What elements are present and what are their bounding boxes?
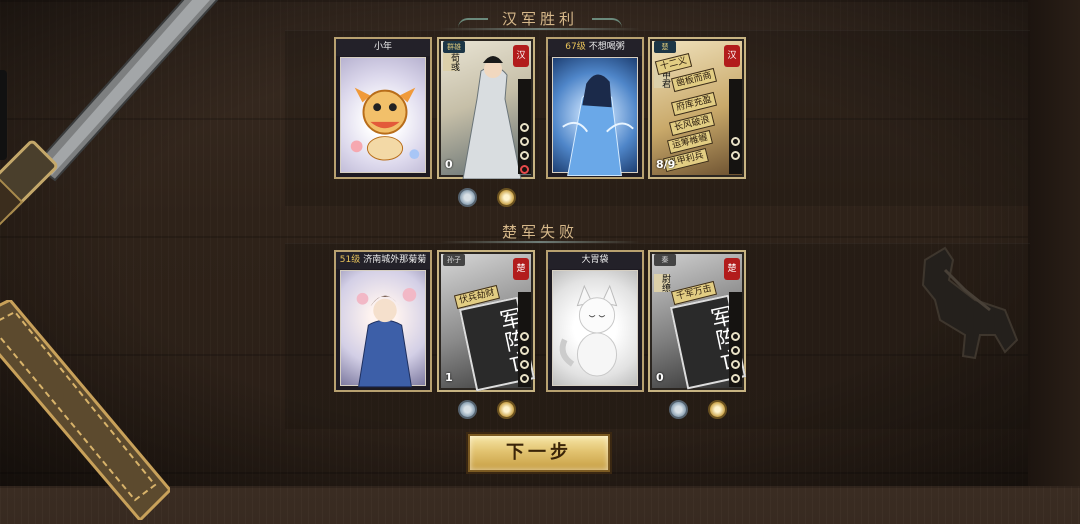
energy-dot — [731, 346, 740, 355]
card-count: 1 — [445, 371, 453, 384]
player-card-loser-1[interactable]: 51级 济南城外那菊菊 — [334, 250, 432, 392]
player-card-winner-2[interactable]: 67级 不想喝粥 — [546, 37, 644, 179]
victory-title: 汉军胜利 — [501, 10, 578, 28]
player-name: 小年 — [373, 42, 392, 52]
faction-seal: 汉 — [513, 45, 529, 67]
general-card-winner-2[interactable]: 楚 春申君 汉 十二义 凿板而商 府库充盈 长风破浪 运筹帷幄 坚甲利兵 8/9 — [648, 37, 746, 179]
lion-dance-pet-art — [340, 57, 426, 173]
blue-badge-icon[interactable] — [669, 400, 688, 419]
energy-dot — [520, 123, 529, 132]
player-name: 济南城外那菊菊 — [363, 255, 427, 265]
energy-dot — [520, 374, 529, 383]
player-name-bar: 51级 济南城外那菊菊 — [336, 252, 430, 269]
faction-seal: 楚 — [513, 258, 529, 280]
faction-seal: 汉 — [724, 45, 740, 67]
blue-robed-lady-art — [552, 57, 638, 177]
player-name-bar: 小年 — [336, 39, 430, 56]
energy-dot — [731, 332, 740, 341]
energy-dot-red — [520, 165, 529, 174]
gold-badge-icon[interactable] — [497, 188, 516, 207]
player-name-bar: 67级 不想喝粥 — [548, 39, 642, 56]
general-faction-label: 群雄 — [443, 41, 465, 53]
card-side-strip — [729, 79, 742, 174]
energy-dot — [520, 346, 529, 355]
player-name: 不想喝粥 — [588, 42, 625, 52]
blue-badge-icon[interactable] — [458, 188, 477, 207]
sword-decoration — [0, 0, 240, 290]
sheath-decoration — [0, 298, 173, 523]
defeat-title: 楚军失败 — [501, 223, 578, 241]
energy-dot — [731, 151, 740, 160]
card-count: 0 — [656, 371, 664, 384]
general-card-loser-1[interactable]: 孙子 楚 伏兵劫财 军阵亡 1 — [437, 250, 536, 392]
general-faction-label: 孙子 — [443, 254, 465, 266]
white-fox-pet-art — [552, 270, 638, 386]
energy-dot — [731, 137, 740, 146]
energy-dot — [520, 137, 529, 146]
general-faction-label: 秦 — [654, 254, 676, 266]
right-wooden-beam — [1028, 0, 1080, 486]
player-card-winner-1[interactable]: 小年 — [334, 37, 432, 179]
general-card-loser-2[interactable]: 秦 尉缭 楚 千军万击 军阵亡 0 — [648, 250, 747, 392]
energy-dot — [520, 151, 529, 160]
player-card-loser-2[interactable]: 大胃袋 — [546, 250, 644, 392]
blue-robed-girl-art — [340, 270, 426, 388]
player-name-bar: 大胃袋 — [548, 252, 642, 269]
card-count: 0 — [445, 158, 453, 171]
card-side-strip — [729, 292, 742, 387]
card-side-strip — [518, 79, 531, 174]
faction-seal: 楚 — [724, 258, 740, 280]
energy-dot — [520, 332, 529, 341]
blue-badge-icon[interactable] — [458, 400, 477, 419]
energy-dot — [731, 360, 740, 369]
energy-dot — [731, 374, 740, 383]
gold-badge-icon[interactable] — [497, 400, 516, 419]
next-step-button[interactable]: 下一步 — [468, 434, 610, 472]
card-side-strip — [518, 292, 531, 387]
card-count: 8/9 — [656, 158, 676, 171]
player-level: 67级 — [565, 42, 586, 52]
general-name-label: 尉缭 — [654, 274, 670, 292]
energy-dot — [520, 360, 529, 369]
gold-badge-icon[interactable] — [708, 400, 727, 419]
general-faction-label: 楚 — [654, 41, 676, 53]
player-name: 大胃袋 — [581, 255, 609, 265]
general-name-label: 荀彧 — [443, 53, 459, 71]
general-card-winner-1[interactable]: 群雄 荀彧 汉 0 — [437, 37, 535, 180]
player-level: 51级 — [339, 255, 361, 265]
